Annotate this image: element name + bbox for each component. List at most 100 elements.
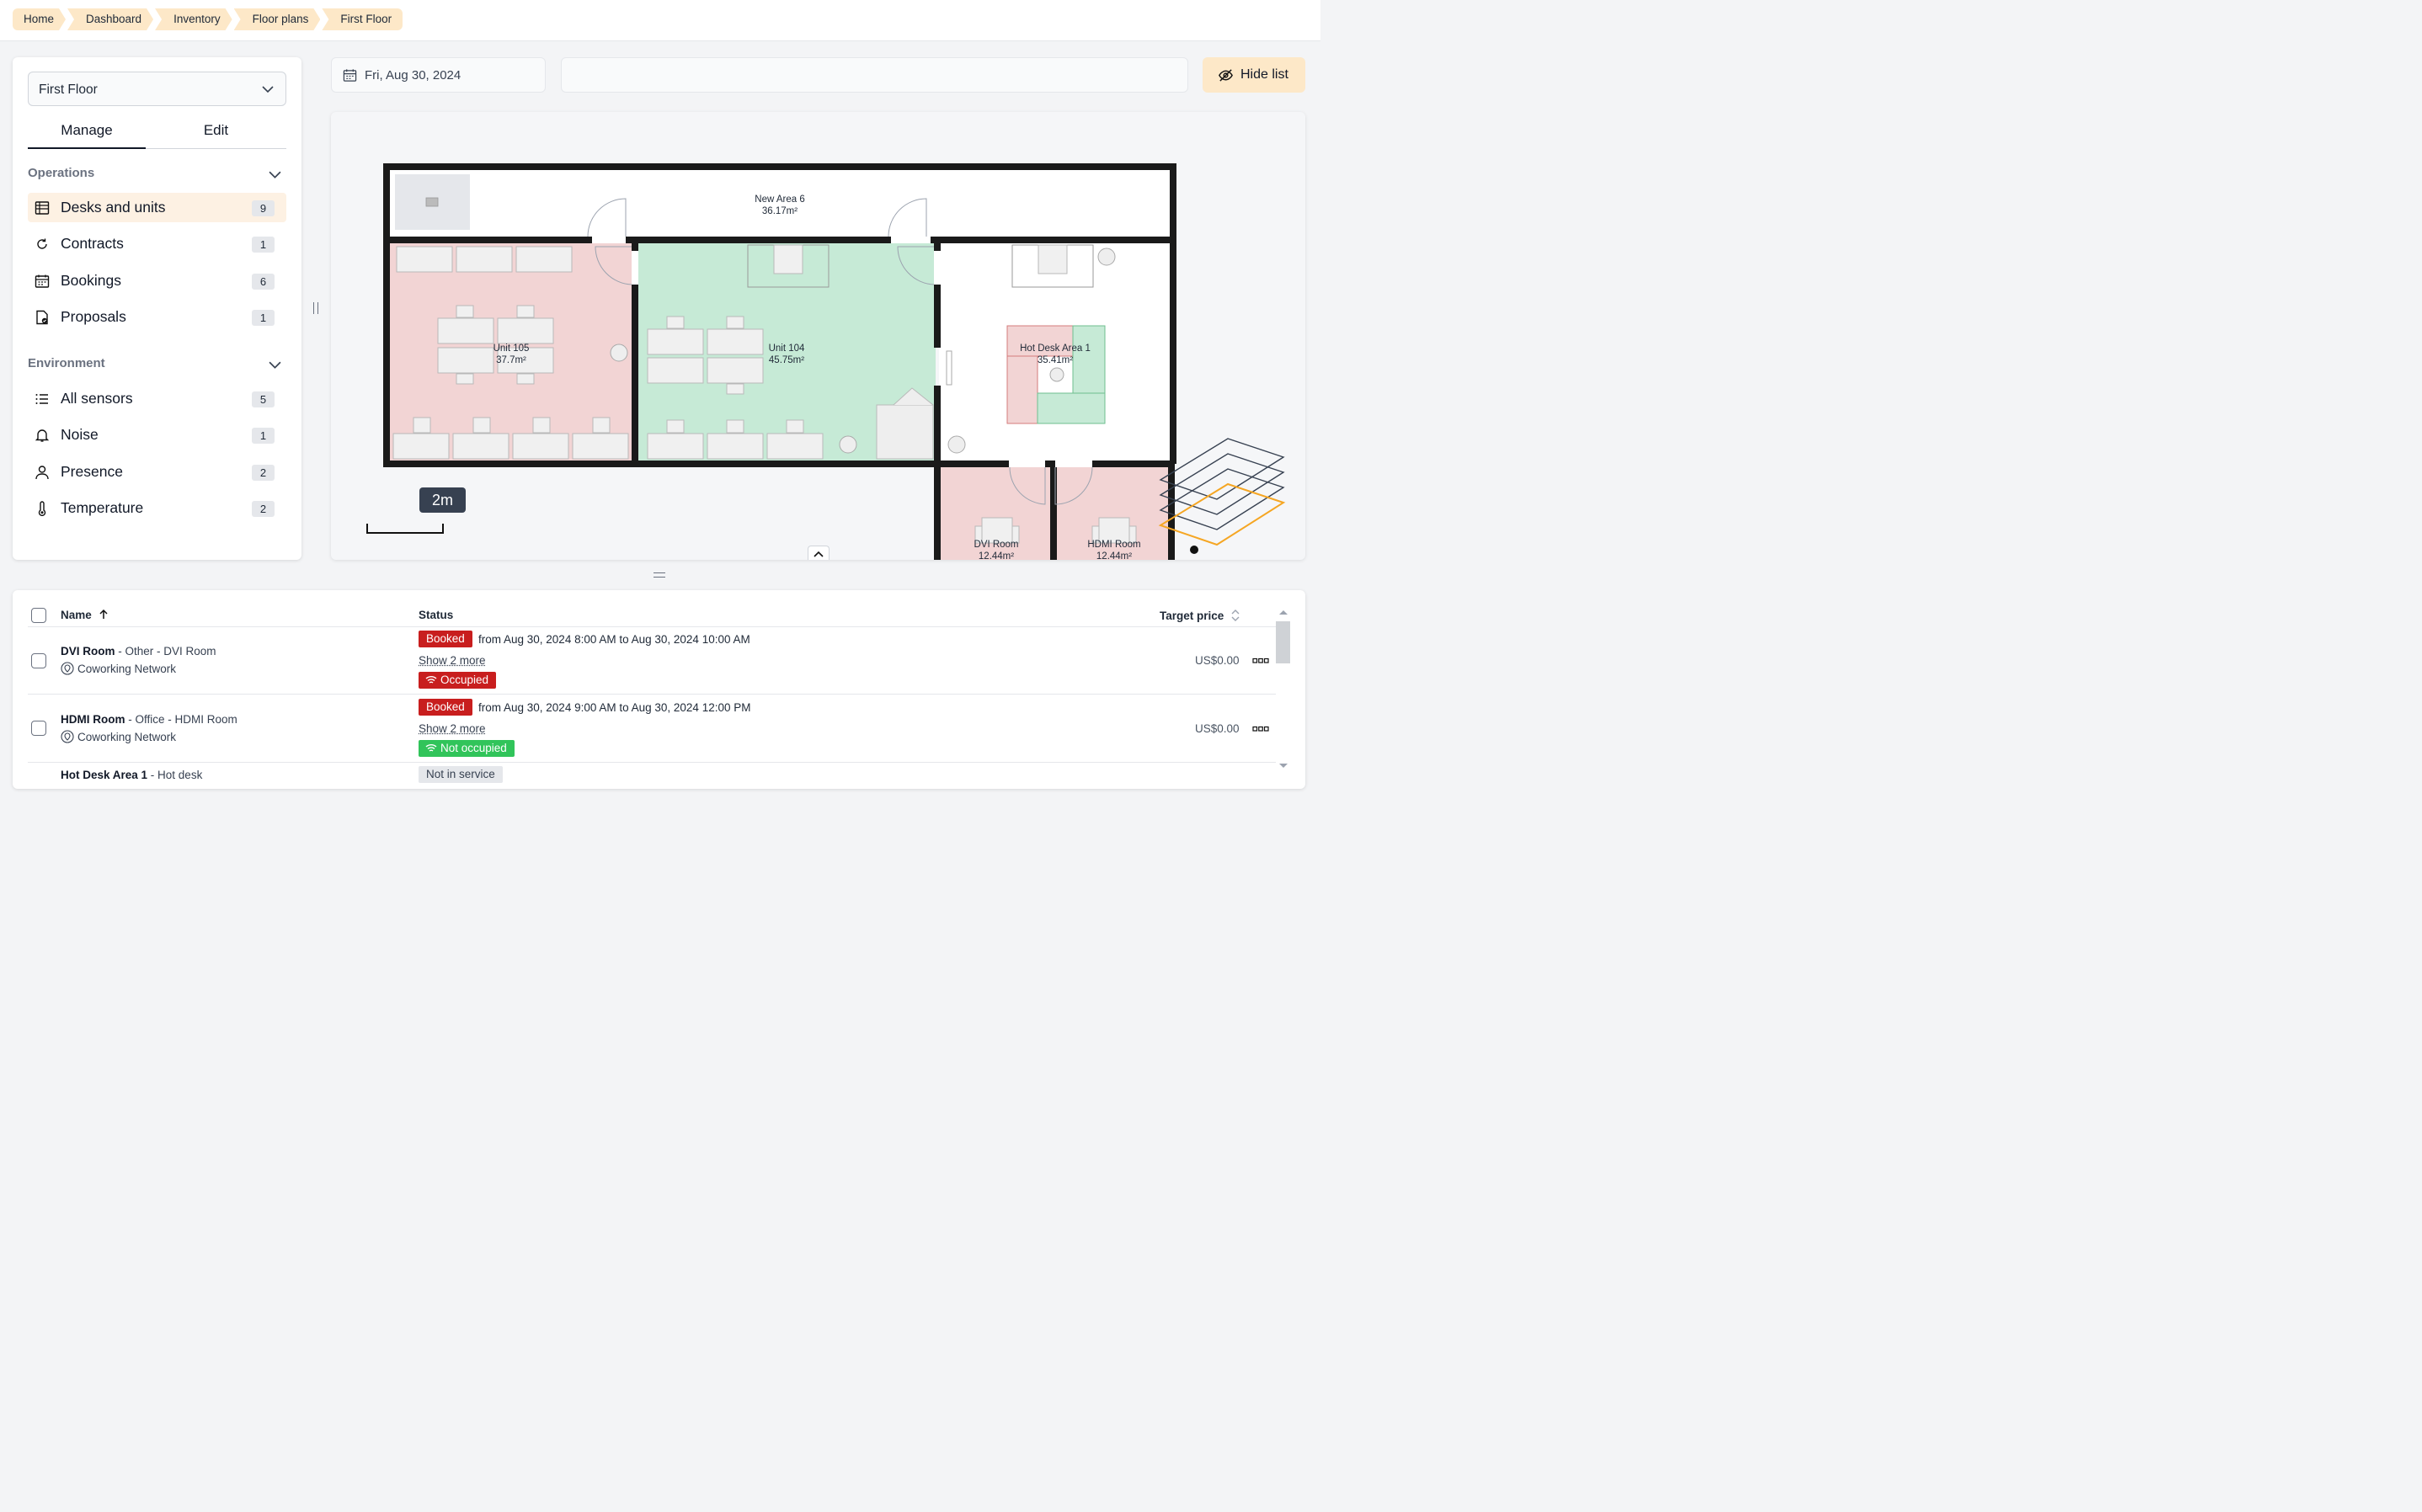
thermometer-icon	[38, 501, 46, 516]
search-input[interactable]	[561, 57, 1188, 93]
room-label-unit-104[interactable]: Unit 104 45.75m²	[736, 343, 837, 366]
more-menu-icon[interactable]	[1252, 726, 1269, 732]
header-divider	[28, 626, 1276, 627]
row-name[interactable]: DVI Room - Other - DVI Room	[61, 645, 216, 658]
calendar-icon	[343, 69, 357, 82]
occupancy-badge: Occupied	[419, 672, 497, 689]
sidebar-tabs: Manage Edit	[28, 121, 286, 149]
column-header-name[interactable]: Name	[61, 609, 109, 621]
environment-section-header[interactable]: Environment	[28, 356, 286, 375]
tab-edit[interactable]: Edit	[146, 121, 286, 148]
operations-section-header[interactable]: Operations	[28, 166, 286, 184]
sidebar-item-label: Noise	[61, 426, 99, 443]
document-check-icon	[36, 310, 48, 325]
room-label-new-area-6[interactable]: New Area 6 36.17m²	[729, 194, 830, 217]
sidebar-item-label: Temperature	[61, 499, 144, 516]
row-location-label: Coworking Network	[77, 731, 177, 743]
count-badge: 5	[252, 391, 275, 407]
occupancy-badge: Not occupied	[419, 740, 515, 757]
scale-label: 2m	[419, 487, 466, 513]
operations-title: Operations	[28, 166, 95, 180]
sidebar-item-temperature[interactable]: Temperature 2	[28, 493, 286, 523]
sidebar-item-label: Bookings	[61, 272, 121, 289]
wifi-icon	[425, 744, 437, 752]
booking-range: from Aug 30, 2024 8:00 AM to Aug 30, 202…	[478, 633, 750, 646]
room-name: New Area 6	[755, 194, 805, 205]
more-menu-icon[interactable]	[1252, 658, 1269, 664]
calendar-icon	[35, 274, 50, 288]
sidebar-item-label: Presence	[61, 463, 123, 480]
count-badge: 1	[252, 428, 275, 444]
floor-plan-map[interactable]: New Area 6 36.17m² Unit 105 37.7m² Unit …	[331, 112, 1305, 560]
room-area: 36.17m²	[761, 206, 798, 216]
show-more-link[interactable]: Show 2 more	[419, 722, 486, 735]
row-checkbox[interactable]	[31, 653, 46, 668]
room-area: 12.44m²	[1096, 551, 1133, 560]
breadcrumb-home[interactable]: Home	[13, 8, 66, 30]
row-name-title: HDMI Room	[61, 713, 125, 726]
column-header-status[interactable]: Status	[419, 609, 453, 621]
status-badge: Not in service	[419, 766, 503, 783]
row-name-title: Hot Desk Area 1	[61, 769, 148, 781]
row-checkbox[interactable]	[31, 721, 46, 736]
floor-plan-drawing	[383, 163, 1286, 560]
row-divider	[28, 694, 1276, 695]
count-badge: 6	[252, 274, 275, 290]
count-badge: 2	[252, 465, 275, 481]
row-name-meta: - Other - DVI Room	[115, 645, 216, 658]
sidebar-item-bookings[interactable]: Bookings 6	[28, 266, 286, 295]
floor-select-value: First Floor	[39, 83, 98, 97]
sidebar-item-label: Proposals	[61, 308, 126, 325]
occupancy-label: Not occupied	[440, 742, 507, 754]
room-label-dvi-room[interactable]: DVI Room 12.44m²	[946, 539, 1047, 560]
scroll-up-arrow[interactable]	[1279, 610, 1288, 615]
scale-bar	[366, 524, 444, 534]
show-more-link[interactable]: Show 2 more	[419, 654, 486, 667]
panel-resize-handle-vertical[interactable]	[313, 302, 318, 314]
scroll-down-arrow[interactable]	[1279, 764, 1288, 768]
target-price: US$0.00	[1195, 722, 1240, 735]
row-divider	[28, 762, 1276, 763]
breadcrumb: Home Dashboard Inventory Floor plans Fir…	[13, 8, 404, 30]
select-all-checkbox[interactable]	[31, 608, 46, 623]
sidebar-item-noise[interactable]: Noise 1	[28, 420, 286, 450]
room-name: Unit 105	[493, 343, 530, 354]
room-area: 12.44m²	[978, 551, 1015, 560]
chevron-down-icon	[269, 171, 281, 178]
sidebar-item-all-sensors[interactable]: All sensors 5	[28, 384, 286, 413]
sidebar-item-presence[interactable]: Presence 2	[28, 457, 286, 487]
room-label-hot-desk-area-1[interactable]: Hot Desk Area 1 35.41m²	[1005, 343, 1106, 366]
date-value: Fri, Aug 30, 2024	[365, 68, 461, 83]
row-name[interactable]: HDMI Room - Office - HDMI Room	[61, 713, 237, 726]
breadcrumb-inventory[interactable]: Inventory	[155, 8, 232, 30]
room-label-hdmi-room[interactable]: HDMI Room 12.44m²	[1064, 539, 1165, 560]
row-name[interactable]: Hot Desk Area 1 - Hot desk	[61, 769, 202, 781]
room-area: 45.75m²	[768, 355, 805, 365]
target-price: US$0.00	[1195, 654, 1240, 667]
collapse-map-button[interactable]	[808, 546, 830, 560]
sidebar-item-contracts[interactable]: Contracts 1	[28, 229, 286, 258]
panel-resize-handle-horizontal[interactable]	[654, 572, 665, 578]
hide-list-label: Hide list	[1240, 67, 1288, 82]
breadcrumb-floor-plans[interactable]: Floor plans	[234, 8, 321, 30]
bell-icon	[35, 429, 50, 442]
chevron-down-icon	[262, 86, 274, 93]
chevron-up-icon	[814, 551, 824, 557]
room-label-unit-105[interactable]: Unit 105 37.7m²	[461, 343, 562, 366]
breadcrumb-first-floor[interactable]: First Floor	[322, 8, 403, 30]
row-name-meta: - Hot desk	[147, 769, 203, 781]
sidebar-item-proposals[interactable]: Proposals 1	[28, 302, 286, 332]
row-name-title: DVI Room	[61, 645, 115, 658]
date-picker[interactable]: Fri, Aug 30, 2024	[331, 57, 546, 93]
count-badge: 9	[252, 200, 275, 216]
column-header-target-price[interactable]: Target price	[1160, 609, 1240, 622]
hide-list-button[interactable]: Hide list	[1203, 57, 1305, 93]
sidebar-item-desks-and-units[interactable]: Desks and units 9	[28, 193, 286, 222]
table-scrollbar[interactable]	[1276, 621, 1290, 663]
floor-select[interactable]: First Floor	[28, 72, 286, 106]
location-pin-icon	[61, 662, 74, 675]
tab-manage[interactable]: Manage	[28, 121, 146, 149]
table-icon	[35, 201, 50, 215]
breadcrumb-dashboard[interactable]: Dashboard	[67, 8, 153, 30]
chevron-down-icon	[269, 361, 281, 369]
